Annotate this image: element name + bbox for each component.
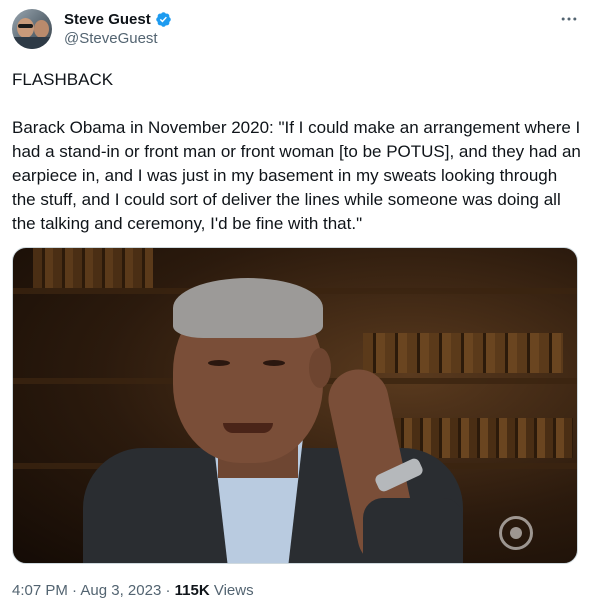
tweet-card: Steve Guest @SteveGuest FLASHBACK Barack…: [0, 0, 595, 609]
tweet-text: FLASHBACK Barack Obama in November 2020:…: [12, 70, 581, 233]
verified-badge-icon: [155, 11, 171, 27]
tweet-time[interactable]: 4:07 PM: [12, 582, 68, 599]
more-dots-icon: [561, 17, 577, 21]
author-name[interactable]: Steve Guest: [64, 11, 151, 28]
tweet-date[interactable]: Aug 3, 2023: [80, 582, 161, 599]
views-count[interactable]: 115K: [175, 582, 210, 599]
author-name-row: Steve Guest: [64, 9, 172, 29]
broadcast-logo-icon: [499, 516, 533, 550]
avatar[interactable]: [12, 9, 52, 49]
author-handle[interactable]: @SteveGuest: [64, 30, 158, 47]
tweet-media-image[interactable]: [12, 247, 578, 564]
tweet-meta: 4:07 PM · Aug 3, 2023 · 115K Views: [12, 582, 254, 599]
meta-separator: ·: [165, 582, 171, 599]
views-label: Views: [213, 582, 254, 599]
more-horizontal-icon[interactable]: [558, 9, 580, 29]
meta-separator: ·: [72, 582, 78, 599]
